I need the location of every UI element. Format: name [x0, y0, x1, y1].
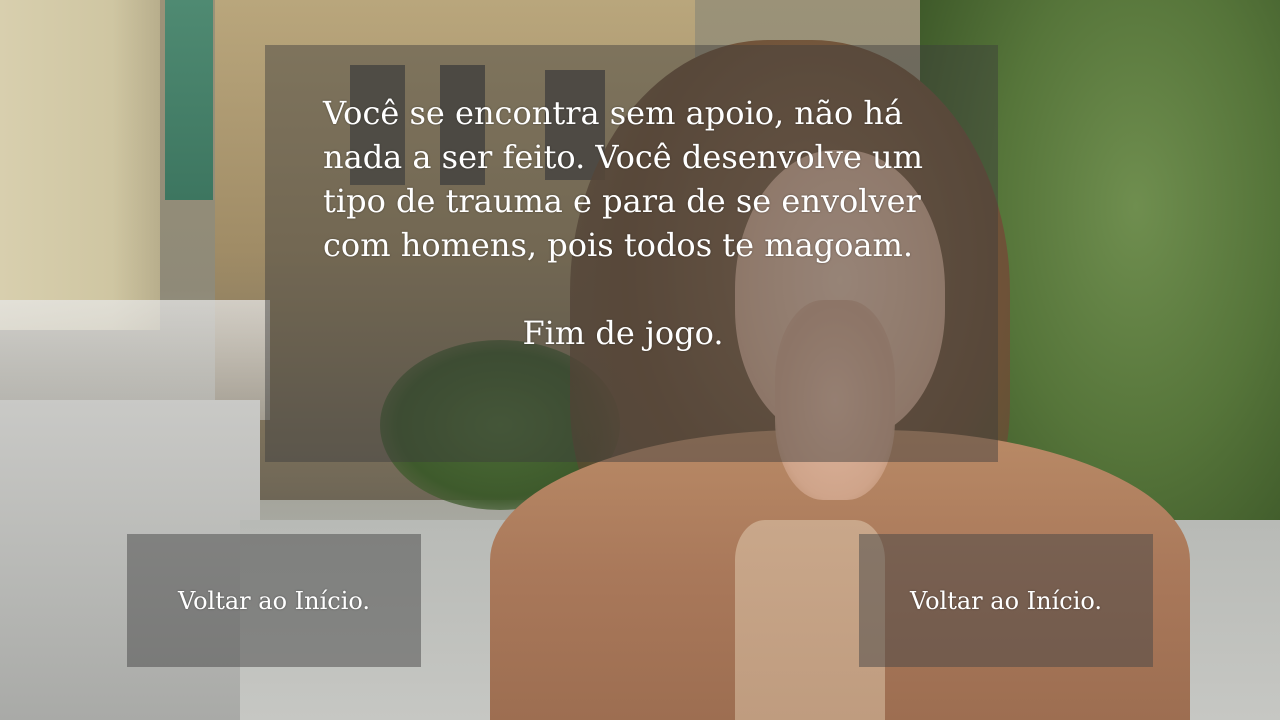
back-to-start-label: Voltar ao Início. [177, 586, 371, 615]
background-building-left [0, 0, 160, 330]
story-panel: Você se encontra sem apoio, não há nada … [265, 45, 998, 462]
story-text: Você se encontra sem apoio, não há nada … [323, 94, 923, 264]
back-to-start-button-left[interactable]: Voltar ao Início. [127, 534, 421, 667]
game-scene: Você se encontra sem apoio, não há nada … [0, 0, 1280, 720]
back-to-start-label: Voltar ao Início. [909, 586, 1103, 615]
back-to-start-button-right[interactable]: Voltar ao Início. [859, 534, 1153, 667]
background-banner [165, 0, 213, 200]
game-over-text: Fim de jogo. [522, 314, 724, 352]
